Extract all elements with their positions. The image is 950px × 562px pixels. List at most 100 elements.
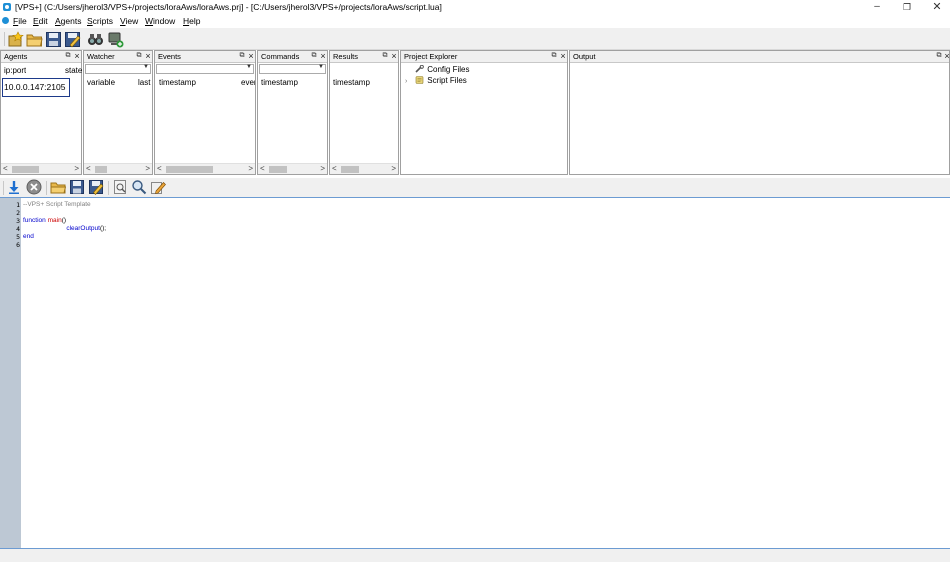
menu-window[interactable]: Window <box>145 16 175 26</box>
menu-agents[interactable]: Agents <box>55 16 81 26</box>
upload-script-icon[interactable] <box>6 179 22 195</box>
expand-arrow-icon[interactable]: › <box>405 78 413 85</box>
title-bar: [VPS+] (C:/Users/jherol3/VPS+/projects/l… <box>0 0 950 15</box>
menu-help-label: elp <box>189 16 201 26</box>
results-hscroll[interactable]: < > <box>330 163 398 174</box>
scroll-left-icon[interactable]: < <box>260 164 265 173</box>
tree-label-script-files: Script Files <box>427 76 467 85</box>
commands-dock-header: Commands ⧉ × <box>258 51 327 63</box>
window-title: [VPS+] (C:/Users/jherol3/VPS+/projects/l… <box>15 2 442 12</box>
network-agent-icon[interactable] <box>107 31 124 48</box>
open-script-icon[interactable] <box>50 179 66 195</box>
scroll-thumb[interactable] <box>12 166 39 173</box>
save-as-icon[interactable] <box>64 31 81 48</box>
watcher-close-icon[interactable]: × <box>144 51 152 61</box>
watcher-dock-title: Watcher <box>87 52 115 61</box>
results-close-icon[interactable]: × <box>390 51 398 61</box>
events-col-timestamp[interactable]: timestamp <box>159 78 196 87</box>
scroll-right-icon[interactable]: > <box>320 164 325 173</box>
project-explorer-dock-header: Project Explorer ⧉ × <box>401 51 567 63</box>
tree-item-script-files[interactable]: › Script Files <box>405 76 467 85</box>
project-explorer-float-icon[interactable]: ⧉ <box>550 52 558 60</box>
edit-icon[interactable] <box>150 179 166 195</box>
line-number: 6 <box>16 241 20 249</box>
results-dock-header: Results ⧉ × <box>330 51 398 63</box>
commands-col-timestamp[interactable]: timestamp <box>261 78 298 87</box>
agent-row-selected[interactable]: 10.0.0.147:2105 <box>2 78 70 97</box>
scroll-thumb[interactable] <box>341 166 359 173</box>
maximize-button[interactable]: ❐ <box>892 0 922 15</box>
preview-icon[interactable] <box>112 179 128 195</box>
minimize-button[interactable]: – <box>862 0 892 15</box>
watcher-col-variable[interactable]: variable <box>87 78 115 87</box>
events-combo[interactable]: ▼ <box>156 64 254 74</box>
scroll-right-icon[interactable]: > <box>74 164 79 173</box>
scroll-thumb[interactable] <box>269 166 287 173</box>
code-line-5: end <box>23 233 34 240</box>
agents-hscroll[interactable]: < > <box>1 163 81 174</box>
tree-item-config-files[interactable]: Config Files <box>405 65 469 74</box>
watcher-combo[interactable]: ▼ <box>85 64 151 74</box>
output-close-icon[interactable]: × <box>943 51 950 61</box>
watcher-col-last[interactable]: last <box>138 78 152 87</box>
commands-hscroll[interactable]: < > <box>258 163 327 174</box>
scroll-thumb[interactable] <box>166 166 213 173</box>
toolbar-grip <box>3 181 4 195</box>
scroll-right-icon[interactable]: > <box>145 164 150 173</box>
call-clear-output: clearOutput <box>66 225 100 232</box>
save-script-as-icon[interactable] <box>88 179 104 195</box>
results-dock: Results ⧉ × timestamp < > <box>329 50 399 175</box>
close-button[interactable]: ✕ <box>922 0 950 15</box>
scroll-left-icon[interactable]: < <box>3 164 8 173</box>
scroll-right-icon[interactable]: > <box>248 164 253 173</box>
connect-agents-icon[interactable] <box>87 31 104 48</box>
script-editor[interactable]: 1 2 3 4 5 6 --VPS+ Script Template funct… <box>0 197 950 549</box>
scroll-left-icon[interactable]: < <box>86 164 91 173</box>
project-explorer-close-icon[interactable]: × <box>559 51 567 61</box>
scroll-left-icon[interactable]: < <box>157 164 162 173</box>
menu-scripts[interactable]: Scripts <box>87 16 113 26</box>
app-menu-icon[interactable] <box>2 17 9 24</box>
output-float-icon[interactable]: ⧉ <box>935 52 943 60</box>
events-dock-header: Events ⧉ × <box>155 51 255 63</box>
events-float-icon[interactable]: ⧉ <box>238 52 246 60</box>
menu-window-mnemonic: W <box>145 16 154 26</box>
save-script-icon[interactable] <box>69 179 85 195</box>
scroll-thumb[interactable] <box>95 166 107 173</box>
commands-combo[interactable]: ▼ <box>259 64 326 74</box>
line-number: 5 <box>16 233 20 241</box>
find-icon[interactable] <box>131 179 147 195</box>
code-line-4: clearOutput(); <box>23 225 106 232</box>
menu-view[interactable]: View <box>120 16 138 26</box>
save-icon[interactable] <box>45 31 62 48</box>
scroll-right-icon[interactable]: > <box>391 164 396 173</box>
agents-float-icon[interactable]: ⧉ <box>64 52 72 60</box>
stop-icon[interactable] <box>26 179 42 195</box>
menu-file[interactable]: File <box>13 16 27 26</box>
menu-edit[interactable]: Edit <box>33 16 48 26</box>
results-col-timestamp[interactable]: timestamp <box>333 78 370 87</box>
new-project-icon[interactable] <box>7 31 24 48</box>
project-explorer-dock: Project Explorer ⧉ × Config Files › Scri… <box>400 50 568 175</box>
events-close-icon[interactable]: × <box>247 51 255 61</box>
agents-col-state[interactable]: state <box>65 66 82 75</box>
menu-bar: File Edit Agents Scripts View Window Hel… <box>0 15 950 28</box>
agents-col-ipport[interactable]: ip:port <box>4 66 26 75</box>
scroll-left-icon[interactable]: < <box>332 164 337 173</box>
menu-view-label: iew <box>125 16 139 26</box>
results-float-icon[interactable]: ⧉ <box>381 52 389 60</box>
menu-help[interactable]: Help <box>183 16 200 26</box>
output-dock-title: Output <box>573 52 596 61</box>
open-folder-icon[interactable] <box>26 31 43 48</box>
events-col-event[interactable]: event <box>241 78 255 87</box>
watcher-hscroll[interactable]: < > <box>84 163 152 174</box>
events-hscroll[interactable]: < > <box>155 163 255 174</box>
agents-close-icon[interactable]: × <box>73 51 81 61</box>
line-number: 1 <box>16 201 20 209</box>
commands-close-icon[interactable]: × <box>319 51 327 61</box>
commands-float-icon[interactable]: ⧉ <box>310 52 318 60</box>
line-number: 2 <box>16 209 20 217</box>
menu-window-label: indow <box>153 16 176 26</box>
watcher-float-icon[interactable]: ⧉ <box>135 52 143 60</box>
